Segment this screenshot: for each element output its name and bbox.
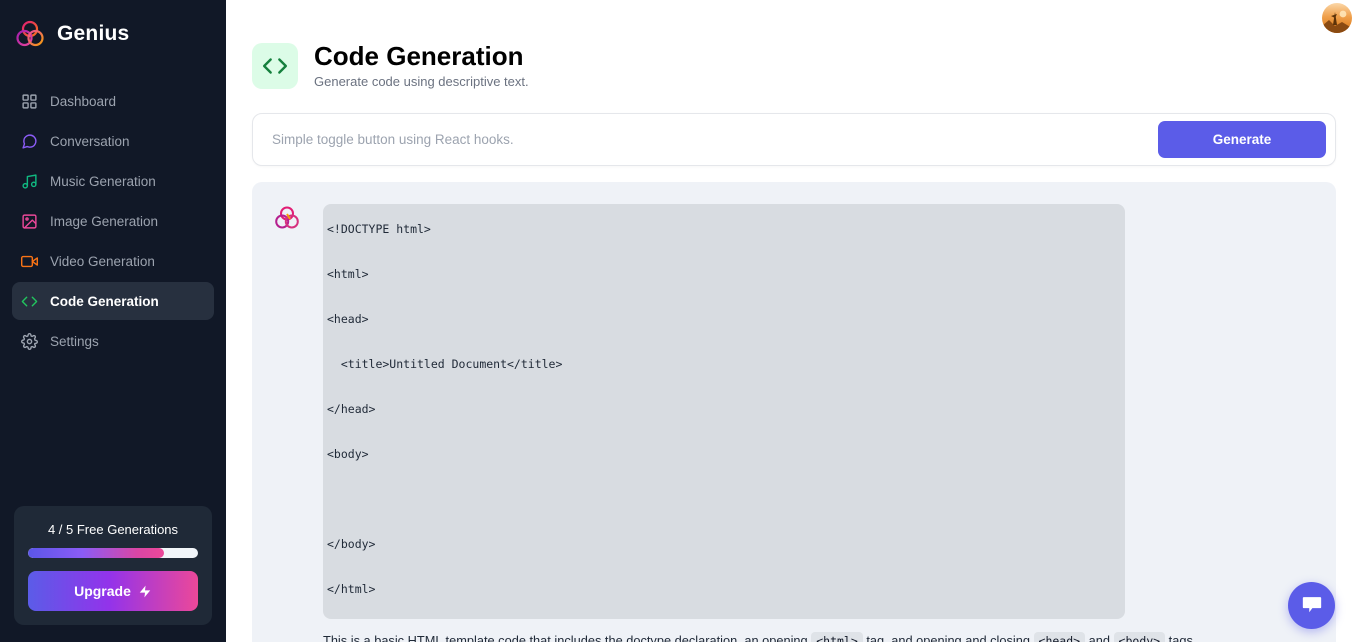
sidebar-item-image-generation[interactable]: Image Generation [12, 202, 214, 240]
inline-code-tag: <head> [1033, 631, 1086, 642]
inline-code-tag: <body> [1113, 631, 1166, 642]
upgrade-button-label: Upgrade [74, 583, 131, 599]
brand-name: Genius [57, 22, 130, 45]
sidebar-nav: Dashboard Conversation Music Generation [0, 82, 226, 360]
gear-icon [21, 332, 38, 350]
free-tier-card: 4 / 5 Free Generations Upgrade [14, 506, 212, 625]
content-area: Code Generation Generate code using desc… [226, 34, 1359, 642]
video-camera-icon [21, 253, 39, 270]
app-root: Genius Dashboard Conversation Music Gene… [0, 0, 1359, 642]
code-brackets-icon [252, 42, 298, 89]
page-subtitle: Generate code using descriptive text. [314, 74, 529, 90]
code-content: <!DOCTYPE html> <html> <head> <title>Unt… [327, 222, 563, 597]
chat-bubble-icon [1301, 593, 1323, 618]
sidebar-item-conversation[interactable]: Conversation [12, 122, 214, 160]
main-content: Code Generation Generate code using desc… [226, 0, 1359, 642]
user-avatar[interactable] [1322, 2, 1352, 33]
sidebar-item-label: Settings [50, 333, 99, 349]
brand[interactable]: Genius [0, 0, 226, 56]
free-generations-counter: 4 / 5 Free Generations [47, 522, 179, 537]
sidebar-item-label: Image Generation [50, 213, 159, 229]
progress-fill [28, 548, 164, 558]
code-block: <!DOCTYPE html> <html> <head> <title>Unt… [323, 204, 1125, 619]
chat-widget-button[interactable] [1288, 582, 1335, 629]
layout-dashboard-icon [21, 93, 38, 110]
genius-logo-circles-icon [273, 204, 301, 232]
music-note-icon [21, 173, 38, 190]
message-list: <!DOCTYPE html> <html> <head> <title>Unt… [252, 182, 1336, 642]
sidebar-item-label: Code Generation [50, 293, 159, 309]
topbar [226, 0, 1359, 34]
sidebar-item-settings[interactable]: Settings [12, 322, 214, 360]
prompt-form: Generate [252, 113, 1336, 167]
sidebar-item-label: Music Generation [50, 173, 156, 189]
sidebar-item-label: Video Generation [50, 253, 155, 269]
image-icon [21, 213, 38, 230]
inline-code-tag: <html> [811, 631, 863, 642]
sidebar-item-video-generation[interactable]: Video Generation [12, 242, 214, 280]
page-header: Code Generation Generate code using desc… [252, 41, 1336, 90]
sidebar-item-label: Conversation [50, 133, 130, 149]
free-generations-progress [28, 548, 198, 558]
sidebar-item-label: Dashboard [50, 93, 117, 109]
code-explanation: This is a basic HTML template code that … [323, 631, 1315, 642]
sidebar-item-dashboard[interactable]: Dashboard [12, 82, 214, 120]
message-square-icon [21, 133, 38, 150]
bot-message-body: <!DOCTYPE html> <html> <head> <title>Unt… [323, 204, 1315, 642]
genius-logo-circles-icon [14, 18, 46, 50]
page-title: Code Generation [314, 41, 524, 71]
sidebar-item-code-generation[interactable]: Code Generation [12, 282, 214, 320]
zap-icon [138, 584, 152, 599]
sidebar-item-music-generation[interactable]: Music Generation [12, 162, 214, 200]
code-brackets-icon [21, 293, 38, 310]
sidebar: Genius Dashboard Conversation Music Gene… [0, 0, 226, 642]
generate-button[interactable]: Generate [1158, 121, 1326, 159]
prompt-input[interactable] [272, 132, 1148, 148]
bot-message: <!DOCTYPE html> <html> <head> <title>Unt… [252, 182, 1336, 642]
upgrade-button[interactable]: Upgrade [28, 571, 198, 611]
